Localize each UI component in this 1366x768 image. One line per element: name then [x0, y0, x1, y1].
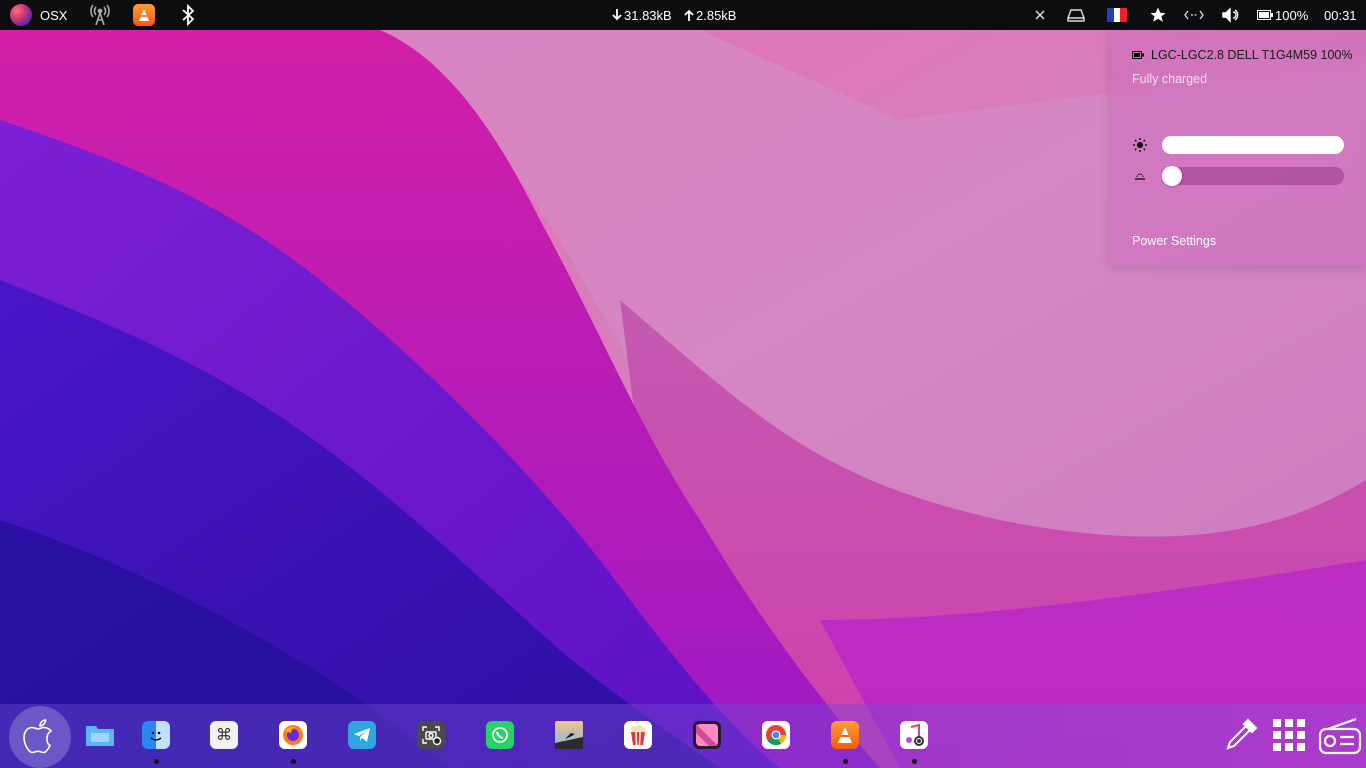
- battery-indicator[interactable]: 100%: [1257, 0, 1308, 30]
- power-settings-link[interactable]: Power Settings: [1132, 234, 1216, 248]
- dock-telegram[interactable]: [347, 720, 377, 750]
- running-indicator: [290, 759, 296, 764]
- star-icon[interactable]: [1149, 0, 1167, 30]
- brightness-slider[interactable]: [1162, 136, 1344, 154]
- close-icon[interactable]: [1034, 0, 1046, 30]
- dock-affinity[interactable]: [692, 720, 722, 750]
- arrow-up-icon: [684, 9, 694, 21]
- dock-screenshot[interactable]: [416, 720, 446, 750]
- running-indicator: [153, 759, 159, 764]
- arrow-down-icon: [612, 9, 622, 21]
- affinity-icon: [693, 721, 721, 749]
- bird-photo-icon: [555, 721, 583, 749]
- keyboard-backlight-row: [1132, 166, 1344, 186]
- battery-status: Fully charged: [1132, 72, 1208, 86]
- dock-finder[interactable]: [141, 720, 171, 764]
- battery-device-label: LGC-LGC2.8 DELL T1G4M59 100%: [1151, 48, 1353, 62]
- firefox-icon: [279, 721, 307, 749]
- network-tower-icon[interactable]: [88, 0, 112, 30]
- top-panel: OSX 31.83kB 2.85kB 100% 00:31: [0, 0, 1366, 30]
- screenshot-icon: [417, 721, 445, 749]
- dock-whatsapp[interactable]: [485, 720, 515, 750]
- telegram-icon: [348, 721, 376, 749]
- apple-logo-icon: [23, 719, 53, 754]
- app-menu-label: OSX: [40, 7, 68, 23]
- dock-popcorn-time[interactable]: [623, 720, 653, 750]
- music-icon: [900, 721, 928, 749]
- dock-music[interactable]: [899, 720, 929, 764]
- command-key-icon: ⌘: [210, 721, 238, 749]
- dock: ⌘: [0, 704, 1366, 768]
- brightness-row: [1132, 136, 1344, 154]
- upload-speed: 2.85kB: [684, 0, 736, 30]
- dock-files[interactable]: [85, 720, 115, 750]
- keyboard-backlight-slider-knob[interactable]: [1162, 166, 1182, 186]
- popcorn-icon: [624, 721, 652, 749]
- osx-logo-icon: [10, 4, 32, 26]
- radio-icon[interactable]: [1318, 716, 1362, 756]
- clock[interactable]: 00:31: [1324, 0, 1357, 30]
- whatsapp-icon: [486, 721, 514, 749]
- color-picker-icon[interactable]: [1224, 718, 1258, 752]
- folder-icon: [86, 726, 114, 746]
- keyboard-backlight-icon: [1135, 173, 1145, 180]
- dock-firefox[interactable]: [278, 720, 308, 764]
- brightness-slider-fill: [1162, 136, 1344, 154]
- volume-icon[interactable]: [1221, 0, 1241, 30]
- brightness-icon: [1133, 138, 1147, 152]
- keyboard-backlight-slider[interactable]: [1162, 166, 1344, 186]
- dock-photos[interactable]: [554, 720, 584, 750]
- battery-percent: 100%: [1275, 7, 1309, 23]
- keyboard-layout-flag-icon[interactable]: [1107, 0, 1127, 30]
- drive-icon[interactable]: [1067, 0, 1085, 30]
- bluetooth-icon[interactable]: [180, 0, 196, 30]
- running-indicator: [911, 759, 917, 764]
- battery-icon: [1132, 51, 1144, 59]
- finder-icon: [142, 721, 170, 749]
- dock-chrome[interactable]: [761, 720, 791, 750]
- dock-vlc[interactable]: [830, 720, 860, 764]
- battery-device-row: LGC-LGC2.8 DELL T1G4M59 100%: [1132, 48, 1353, 62]
- app-menu[interactable]: OSX: [10, 0, 67, 30]
- app-grid-icon[interactable]: [1272, 718, 1306, 752]
- chrome-icon: [762, 721, 790, 749]
- running-indicator: [842, 759, 848, 764]
- dock-launchpad[interactable]: ⌘: [209, 720, 239, 750]
- vlc-icon: [831, 721, 859, 749]
- apple-menu-button[interactable]: [9, 706, 71, 768]
- power-popup: LGC-LGC2.8 DELL T1G4M59 100% Fully charg…: [1110, 30, 1366, 266]
- download-speed: 31.83kB: [612, 0, 672, 30]
- kdeconnect-icon[interactable]: [1184, 0, 1204, 30]
- vlc-tray-icon[interactable]: [133, 0, 155, 30]
- battery-icon: [1257, 10, 1273, 20]
